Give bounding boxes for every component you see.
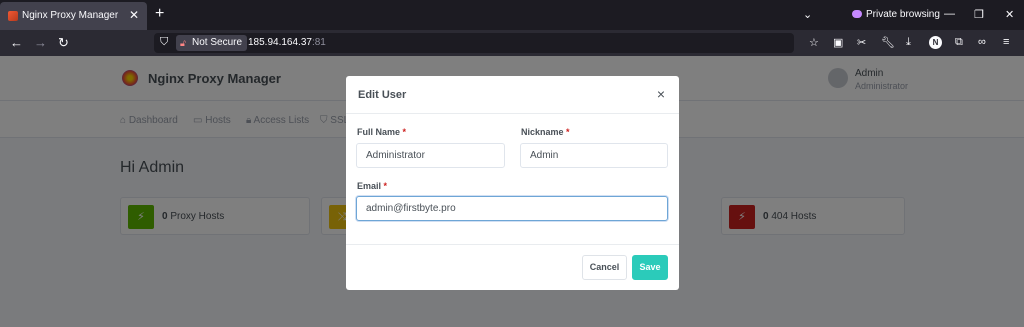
not-secure-badge[interactable]: 🔓︎ Not Secure: [176, 35, 248, 51]
reload-icon[interactable]: ↻: [58, 35, 69, 51]
private-browsing-icon: [852, 10, 862, 18]
maximize-button[interactable]: ❐: [974, 8, 984, 21]
nickname-field[interactable]: [520, 143, 668, 168]
not-secure-label: Not Secure: [192, 37, 243, 48]
full-name-label-text: Full Name: [357, 127, 401, 137]
url-bar[interactable]: ⛉ 🔓︎ Not Secure 185.94.164.37:81: [154, 33, 794, 53]
private-browsing-label: Private browsing: [866, 9, 940, 20]
nickname-label-text: Nickname: [521, 127, 564, 137]
cancel-button[interactable]: Cancel: [582, 255, 627, 280]
url-text[interactable]: 185.94.164.37:81: [248, 37, 326, 48]
extension-n-icon[interactable]: N: [929, 36, 942, 49]
required-mark: *: [402, 127, 407, 137]
full-name-field[interactable]: [356, 143, 505, 168]
menu-hamburger-icon[interactable]: ≡: [1003, 36, 1009, 48]
email-label-text: Email: [357, 181, 382, 191]
tab-list-chevron-icon[interactable]: ⌄: [803, 8, 812, 21]
new-tab-button[interactable]: +: [155, 5, 164, 23]
required-mark: *: [566, 127, 570, 137]
screenshot-icon[interactable]: ✂: [857, 36, 866, 49]
full-name-label: Full Name *: [357, 127, 406, 137]
minimize-button[interactable]: —: [944, 8, 955, 20]
modal-footer: Cancel Save: [346, 244, 679, 290]
browser-tab[interactable]: Nginx Proxy Manager ✕: [0, 2, 147, 30]
pocket-icon[interactable]: ▣: [833, 36, 843, 49]
modal-header: Edit User ×: [346, 76, 679, 114]
nickname-label: Nickname *: [521, 127, 570, 137]
wrench-icon[interactable]: 🔧︎: [881, 36, 895, 49]
close-window-button[interactable]: ✕: [1005, 8, 1014, 21]
download-icon[interactable]: ⤓: [906, 36, 911, 49]
url-port: :81: [311, 37, 326, 48]
save-button[interactable]: Save: [632, 255, 668, 280]
bookmark-star-icon[interactable]: ☆: [809, 36, 819, 49]
email-label: Email *: [357, 181, 387, 191]
back-arrow-icon[interactable]: ←: [10, 35, 23, 50]
tab-title: Nginx Proxy Manager: [22, 10, 119, 21]
shield-icon[interactable]: ⛉: [160, 36, 168, 49]
nginx-favicon-icon: [8, 11, 18, 21]
edit-user-modal: Edit User × Full Name * Nickname * Email…: [346, 76, 679, 290]
url-host: 185.94.164.37: [248, 37, 312, 48]
extensions-puzzle-icon[interactable]: ⧉: [955, 36, 963, 49]
private-mask-icon[interactable]: ∞: [978, 36, 986, 48]
modal-title: Edit User: [358, 89, 407, 101]
email-field[interactable]: [356, 196, 668, 221]
close-icon[interactable]: ×: [657, 86, 665, 102]
broken-lock-icon: 🔓︎: [180, 38, 186, 48]
required-mark: *: [383, 181, 388, 191]
browser-tab-bar: Nginx Proxy Manager ✕ + ⌄ Private browsi…: [0, 0, 1024, 30]
forward-arrow-icon[interactable]: →: [34, 35, 47, 50]
tab-close-icon[interactable]: ✕: [129, 8, 139, 22]
browser-nav-bar: ← → ↻ ⛉ 🔓︎ Not Secure 185.94.164.37:81 ☆…: [0, 30, 1024, 56]
